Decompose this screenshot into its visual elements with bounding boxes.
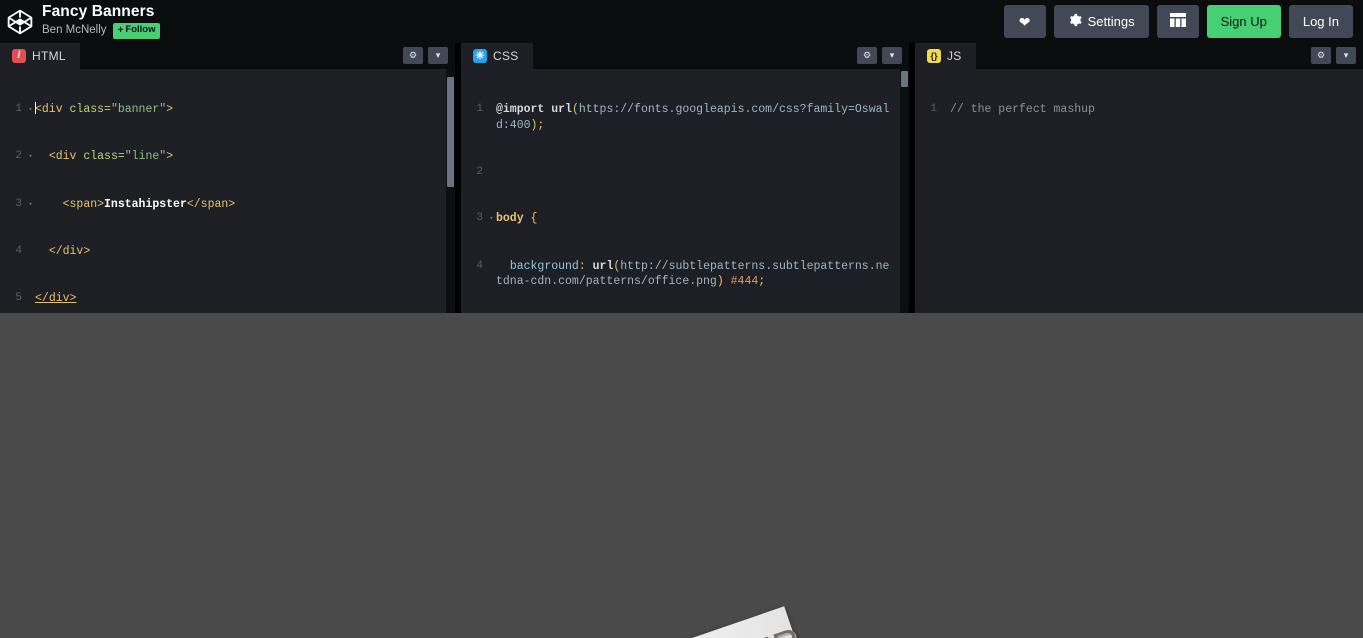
editor-header-html: / HTML ⚙ ▾: [0, 43, 455, 69]
editor-pane-css: ✳ CSS ⚙ ▾ 1 @import url(https://fonts.goo…: [461, 43, 915, 313]
editors-row: / HTML ⚙ ▾ 1 ▾ <div class="banner"> 2 ▾ <di…: [0, 43, 1363, 313]
editor-header-js: {} JS ⚙ ▾: [915, 43, 1363, 69]
code-line: 1 @import url(https://fonts.googleapis.co…: [476, 103, 890, 132]
page-title: Fancy Banners: [42, 3, 155, 21]
codepen-logo-icon[interactable]: [6, 8, 34, 36]
code-html[interactable]: 1 ▾ <div class="banner"> 2 ▾ <div class="li…: [0, 69, 455, 313]
code-css[interactable]: 1 @import url(https://fonts.googleapis.co…: [461, 69, 909, 313]
code-line: 1// the perfect mashup: [930, 103, 1095, 117]
html-settings-button[interactable]: ⚙: [403, 47, 423, 64]
css-asterisk-icon: ✳: [473, 49, 487, 63]
love-button[interactable]: ❤: [1003, 5, 1046, 38]
html-chevron-down-button[interactable]: ▾: [428, 47, 448, 64]
signup-button[interactable]: Sign Up: [1206, 5, 1281, 38]
follow-button[interactable]: + Follow: [112, 22, 161, 39]
settings-button[interactable]: Settings: [1053, 5, 1149, 38]
html-scrollbar[interactable]: [446, 69, 455, 313]
settings-label: Settings: [1087, 14, 1135, 29]
code-line: 4 background: url(http://subtlepatterns.…: [476, 259, 890, 289]
html-slash-icon: /: [12, 49, 26, 63]
tab-css[interactable]: ✳ CSS: [461, 43, 533, 69]
code-line: 2: [476, 165, 483, 178]
editor-label-html: HTML: [32, 49, 66, 63]
editor-pane-html: / HTML ⚙ ▾ 1 ▾ <div class="banner"> 2 ▾ <di…: [0, 43, 461, 313]
editor-label-css: CSS: [493, 49, 519, 63]
login-button[interactable]: Log In: [1288, 5, 1353, 38]
editor-tools-js: ⚙ ▾: [1311, 47, 1356, 64]
editor-body-css[interactable]: 1 @import url(https://fonts.googleapis.co…: [461, 69, 909, 313]
ribbon-text: INSTAHIPSTER: [537, 619, 807, 638]
code-line: 4 </div>: [15, 244, 91, 258]
editor-pane-js: {} JS ⚙ ▾ 1// the perfect mashup: [915, 43, 1363, 313]
brand-area: Fancy Banners Ben McNelly + Follow: [0, 3, 161, 39]
css-chevron-down-button[interactable]: ▾: [882, 47, 902, 64]
code-line: 3 ▾ body {: [476, 212, 538, 226]
css-settings-button[interactable]: ⚙: [857, 47, 877, 64]
preview-stage: INSTAHIPSTER: [0, 313, 1363, 638]
heart-icon: ❤: [1018, 13, 1031, 30]
editor-body-js[interactable]: 1// the perfect mashup: [915, 69, 1363, 313]
js-icon: {}: [927, 49, 941, 63]
js-settings-button[interactable]: ⚙: [1311, 47, 1331, 64]
html-scrollbar-thumb[interactable]: [447, 77, 454, 187]
topbar-actions: ❤ Settings Sign Up Log In: [1003, 5, 1353, 38]
editor-body-html[interactable]: 1 ▾ <div class="banner"> 2 ▾ <div class="li…: [0, 69, 455, 313]
author-name[interactable]: Ben McNelly: [42, 24, 107, 37]
js-chevron-down-button[interactable]: ▾: [1336, 47, 1356, 64]
plus-icon: +: [117, 24, 124, 36]
banner-ribbon: INSTAHIPSTER: [536, 606, 808, 638]
editor-tools-html: ⚙ ▾: [403, 47, 448, 64]
layout-grid-icon: [1169, 13, 1186, 30]
editor-label-js: JS: [947, 49, 962, 63]
js-comment: // the perfect mashup: [950, 103, 1095, 117]
code-line: 1 ▾ <div class="banner">: [15, 102, 174, 117]
preview-pane[interactable]: INSTAHIPSTER: [0, 313, 1363, 638]
editor-header-css: ✳ CSS ⚙ ▾: [461, 43, 909, 69]
tab-html[interactable]: / HTML: [0, 43, 80, 69]
layout-button[interactable]: [1156, 5, 1199, 38]
code-line: 2 ▾ <div class="line">: [15, 150, 174, 164]
code-js[interactable]: 1// the perfect mashup: [915, 69, 1363, 149]
author-row: Ben McNelly + Follow: [42, 22, 161, 39]
code-line: 3 ▾ <span>Instahipster</span>: [15, 197, 236, 211]
top-bar: Fancy Banners Ben McNelly + Follow ❤ Set…: [0, 0, 1363, 43]
brand-text: Fancy Banners Ben McNelly + Follow: [42, 3, 161, 39]
tab-js[interactable]: {} JS: [915, 43, 976, 69]
gear-icon: [1068, 13, 1082, 30]
follow-label: Follow: [125, 24, 156, 36]
css-scrollbar[interactable]: [900, 69, 909, 313]
editor-tools-css: ⚙ ▾: [857, 47, 902, 64]
css-scrollbar-thumb[interactable]: [901, 71, 908, 87]
code-line: 5 </div>: [15, 291, 77, 305]
